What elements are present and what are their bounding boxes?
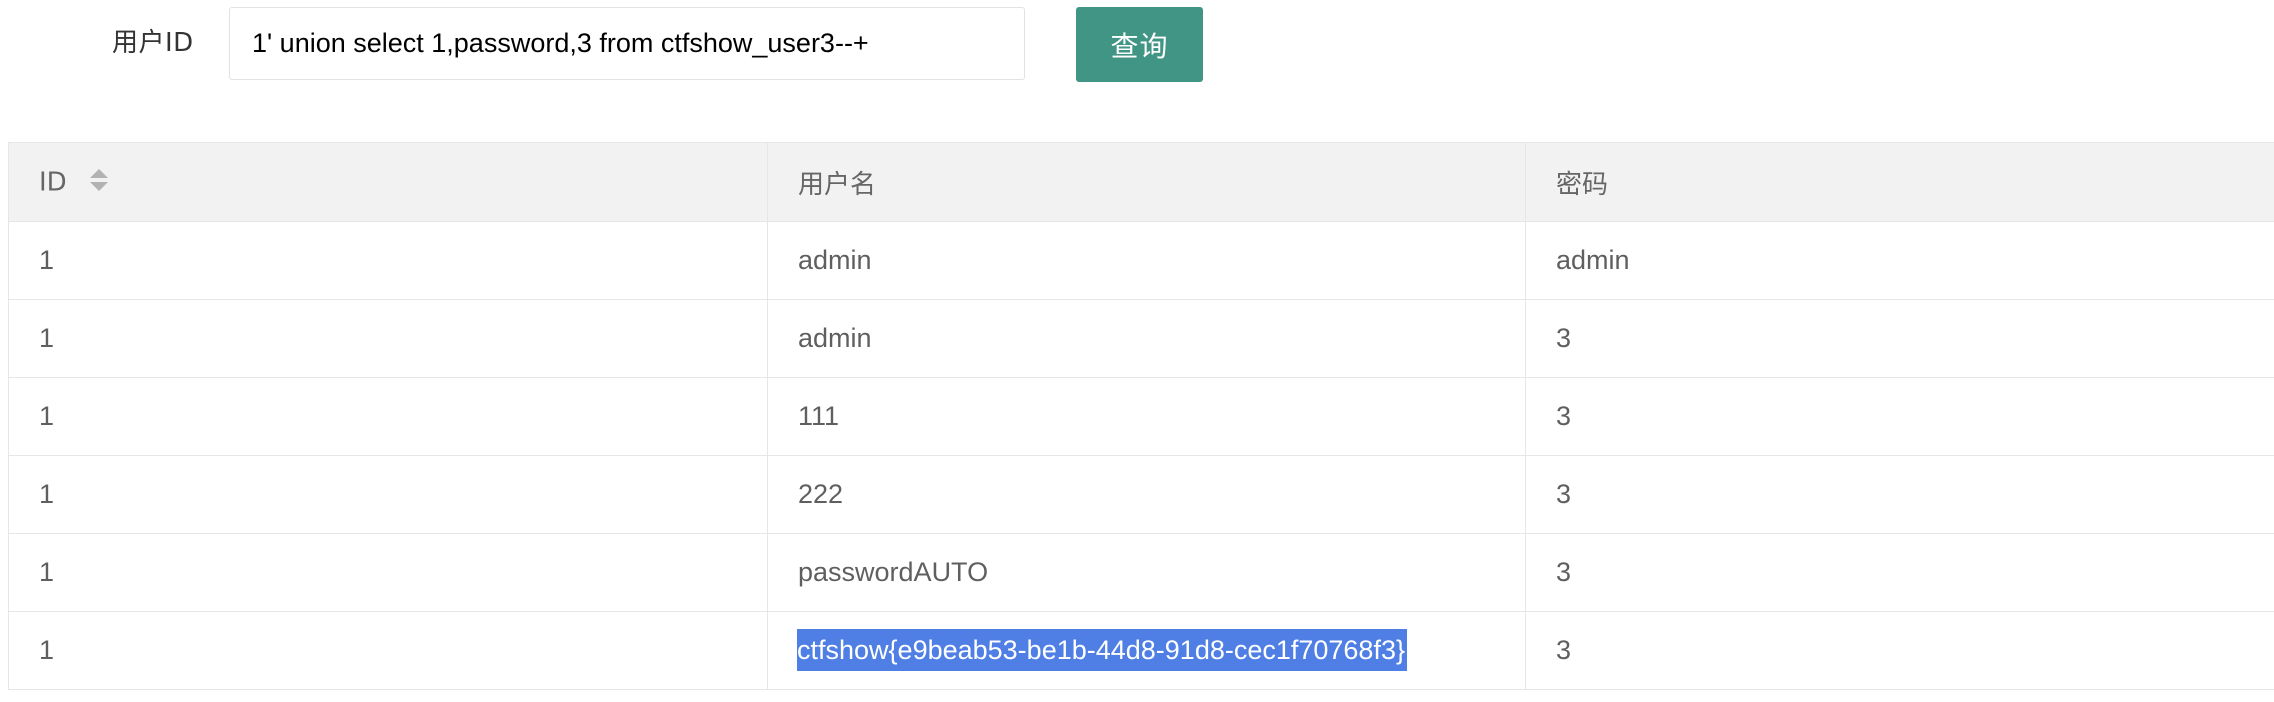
column-header-id[interactable]: ID <box>9 143 768 222</box>
cell-password: 3 <box>1526 378 2274 456</box>
cell-id: 1 <box>9 456 768 534</box>
table-row: 1 passwordAUTO 3 <box>9 534 2274 612</box>
query-button[interactable]: 查询 <box>1076 7 1203 82</box>
cell-username: 222 <box>768 456 1526 534</box>
cell-id: 1 <box>9 222 768 300</box>
cell-username: ctfshow{e9beab53-be1b-44d8-91d8-cec1f707… <box>768 612 1526 690</box>
results-table: ID 用户名 密码 1 admin admin 1 admin 3 1 111 … <box>8 142 2274 690</box>
cell-password: 3 <box>1526 534 2274 612</box>
cell-password: 3 <box>1526 612 2274 690</box>
cell-password: 3 <box>1526 456 2274 534</box>
cell-password: 3 <box>1526 300 2274 378</box>
user-id-label: 用户ID <box>112 25 194 61</box>
search-form: 用户ID 查询 <box>0 0 2274 100</box>
table-header-row: ID 用户名 密码 <box>9 143 2274 222</box>
column-header-password: 密码 <box>1526 143 2274 222</box>
table-row: 1 111 3 <box>9 378 2274 456</box>
cell-id: 1 <box>9 300 768 378</box>
table-row: 1 admin 3 <box>9 300 2274 378</box>
cell-password: admin <box>1526 222 2274 300</box>
cell-id: 1 <box>9 612 768 690</box>
table-row: 1 admin admin <box>9 222 2274 300</box>
cell-id: 1 <box>9 378 768 456</box>
table-row: 1 222 3 <box>9 456 2274 534</box>
cell-username: passwordAUTO <box>768 534 1526 612</box>
results-table-container: ID 用户名 密码 1 admin admin 1 admin 3 1 111 … <box>8 142 2274 702</box>
column-header-label: ID <box>39 167 67 197</box>
selected-flag-text[interactable]: ctfshow{e9beab53-be1b-44d8-91d8-cec1f707… <box>797 629 1407 671</box>
cell-username: 111 <box>768 378 1526 456</box>
sort-arrows-icon[interactable] <box>89 166 109 194</box>
user-id-input[interactable] <box>229 7 1025 80</box>
cell-username: admin <box>768 300 1526 378</box>
table-row: 1 ctfshow{e9beab53-be1b-44d8-91d8-cec1f7… <box>9 612 2274 690</box>
cell-username: admin <box>768 222 1526 300</box>
column-header-username: 用户名 <box>768 143 1526 222</box>
cell-id: 1 <box>9 534 768 612</box>
